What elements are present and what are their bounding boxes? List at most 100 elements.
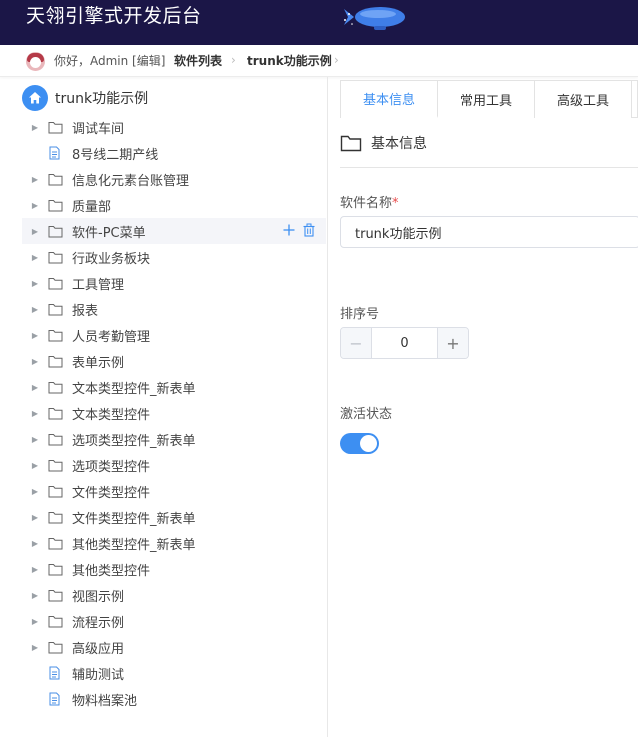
order-label: 排序号 xyxy=(340,307,380,322)
order-value[interactable]: 0 xyxy=(372,328,437,358)
tree-node[interactable]: ▶ 工具管理 xyxy=(22,270,326,296)
caret-right-icon[interactable]: ▶ xyxy=(28,539,42,548)
app-title: 天翎引擎式开发后台 xyxy=(26,5,202,27)
tree-node[interactable]: ▶ 高级应用 xyxy=(22,634,326,660)
tab-common-tools[interactable]: 常用工具 xyxy=(438,81,535,118)
tree-node[interactable]: ▶ 信息化元素台账管理 xyxy=(22,166,326,192)
tree-node[interactable]: ▶ 调试车间 xyxy=(22,114,326,140)
tree-node-label: 表单示例 xyxy=(72,355,125,371)
breadcrumb-current[interactable]: trunk功能示例 xyxy=(247,53,332,69)
tree-node-label: 其他类型控件_新表单 xyxy=(72,537,196,553)
active-status-label: 激活状态 xyxy=(340,407,393,422)
folder-icon xyxy=(340,135,362,152)
folder-icon xyxy=(48,172,64,186)
tree-node[interactable]: ▶ 流程示例 xyxy=(22,608,326,634)
folder-icon xyxy=(48,562,64,576)
tree-node[interactable]: ▶ 质量部 xyxy=(22,192,326,218)
caret-right-icon[interactable]: ▶ xyxy=(28,591,42,600)
tree-node-label: 视图示例 xyxy=(72,589,125,605)
tree-node[interactable]: ▶ 文件类型控件 xyxy=(22,478,326,504)
tree-node[interactable]: ▶ 选项类型控件_新表单 xyxy=(22,426,326,452)
section-title: 基本信息 xyxy=(371,136,427,152)
tree-node-label: 文本类型控件 xyxy=(72,407,151,423)
folder-icon xyxy=(48,432,64,446)
tree-node[interactable]: ▶辅助测试 xyxy=(22,660,326,686)
caret-right-icon[interactable]: ▶ xyxy=(28,565,42,574)
required-mark: * xyxy=(392,196,399,211)
user-greeting[interactable]: 你好，Admin [编辑] xyxy=(54,53,165,69)
increment-button[interactable]: + xyxy=(437,328,468,358)
software-name-input[interactable] xyxy=(340,216,638,248)
tab-basic-info[interactable]: 基本信息 xyxy=(341,81,438,118)
active-status-toggle[interactable] xyxy=(340,433,379,454)
folder-icon xyxy=(48,484,64,498)
caret-right-icon[interactable]: ▶ xyxy=(28,461,42,470)
tree-node-label: 选项类型控件_新表单 xyxy=(72,433,196,449)
caret-right-icon[interactable]: ▶ xyxy=(28,227,42,236)
module-tree: trunk功能示例 ▶调试车间▶8号线二期产线▶信息化元素台账管理▶质量部▶软件… xyxy=(0,77,328,737)
tree-root[interactable]: trunk功能示例 xyxy=(22,85,148,111)
tree-node-label: 文件类型控件 xyxy=(72,485,151,501)
tree-node-label: 流程示例 xyxy=(72,615,125,631)
caret-right-icon[interactable]: ▶ xyxy=(28,123,42,132)
avatar[interactable] xyxy=(26,52,45,71)
decrement-button[interactable]: − xyxy=(341,328,372,358)
tree-node-label: 高级应用 xyxy=(72,641,125,657)
tree-node[interactable]: ▶物料档案池 xyxy=(22,686,326,712)
tree-node[interactable]: ▶ 文件类型控件_新表单 xyxy=(22,504,326,530)
caret-right-icon[interactable]: ▶ xyxy=(28,383,42,392)
caret-right-icon[interactable]: ▶ xyxy=(28,617,42,626)
folder-icon xyxy=(48,380,64,394)
folder-icon xyxy=(48,406,64,420)
caret-right-icon[interactable]: ▶ xyxy=(28,175,42,184)
folder-icon xyxy=(48,276,64,290)
tree-node[interactable]: ▶ 文本类型控件_新表单 xyxy=(22,374,326,400)
trash-icon[interactable] xyxy=(302,223,316,237)
tree-node-label: 文本类型控件_新表单 xyxy=(72,381,196,397)
tree-node[interactable]: ▶8号线二期产线 xyxy=(22,140,326,166)
software-name-label: 软件名称* xyxy=(340,196,399,211)
tree-node[interactable]: ▶ 行政业务板块 xyxy=(22,244,326,270)
tree-node-label: 软件-PC菜单 xyxy=(72,225,146,241)
tree-node[interactable]: ▶ 软件-PC菜单 xyxy=(22,218,326,244)
caret-right-icon[interactable]: ▶ xyxy=(28,487,42,496)
chevron-right-icon: › xyxy=(231,53,236,67)
tree-node-label: 8号线二期产线 xyxy=(72,147,159,163)
caret-right-icon[interactable]: ▶ xyxy=(28,331,42,340)
caret-right-icon[interactable]: ▶ xyxy=(28,253,42,262)
tree-node[interactable]: ▶ 其他类型控件 xyxy=(22,556,326,582)
tree-node-label: 辅助测试 xyxy=(72,667,125,683)
tab-advanced-tools[interactable]: 高级工具 xyxy=(535,81,632,118)
tree-node-label: 其他类型控件 xyxy=(72,563,151,579)
tree-node[interactable]: ▶ 其他类型控件_新表单 xyxy=(22,530,326,556)
tree-node[interactable]: ▶ 表单示例 xyxy=(22,348,326,374)
caret-right-icon[interactable]: ▶ xyxy=(28,201,42,210)
folder-icon xyxy=(48,536,64,550)
chevron-right-icon: › xyxy=(334,53,339,67)
caret-right-icon[interactable]: ▶ xyxy=(28,409,42,418)
caret-right-icon[interactable]: ▶ xyxy=(28,435,42,444)
tree-node[interactable]: ▶ 人员考勤管理 xyxy=(22,322,326,348)
folder-icon xyxy=(48,640,64,654)
tree-node-label: 文件类型控件_新表单 xyxy=(72,511,196,527)
caret-right-icon[interactable]: ▶ xyxy=(28,513,42,522)
folder-icon xyxy=(48,250,64,264)
tree-node[interactable]: ▶ 选项类型控件 xyxy=(22,452,326,478)
caret-right-icon[interactable]: ▶ xyxy=(28,279,42,288)
tree-node[interactable]: ▶ 视图示例 xyxy=(22,582,326,608)
caret-right-icon[interactable]: ▶ xyxy=(28,305,42,314)
tree-node-label: 选项类型控件 xyxy=(72,459,151,475)
caret-right-icon[interactable]: ▶ xyxy=(28,357,42,366)
tree-node-label: 信息化元素台账管理 xyxy=(72,173,190,189)
document-icon xyxy=(48,692,64,706)
breadcrumb-software-list[interactable]: 软件列表 xyxy=(174,53,222,69)
tree-node[interactable]: ▶ 报表 xyxy=(22,296,326,322)
caret-right-icon[interactable]: ▶ xyxy=(28,643,42,652)
add-icon[interactable] xyxy=(282,223,296,237)
section-header: 基本信息 xyxy=(340,133,427,153)
document-icon xyxy=(48,146,64,160)
tree-node[interactable]: ▶ 文本类型控件 xyxy=(22,400,326,426)
folder-icon xyxy=(48,120,64,134)
airship-logo-icon xyxy=(344,7,405,30)
tree-node-label: 质量部 xyxy=(72,199,112,215)
